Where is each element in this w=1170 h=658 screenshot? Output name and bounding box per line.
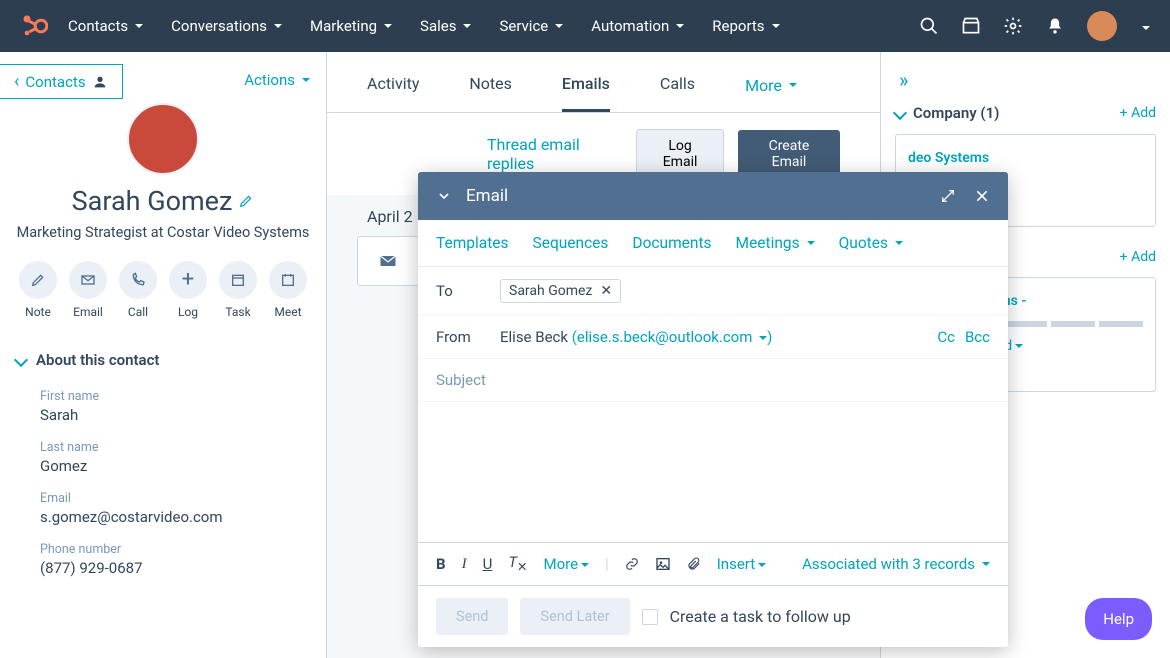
field-lastname[interactable]: Last nameGomez [0,434,326,485]
contact-avatar[interactable] [127,103,199,175]
format-toolbar: B I U T✕ More | Insert Associated with 3… [418,542,1008,585]
quick-actions: Note Email Call +Log Task Meet [0,261,326,337]
image-icon[interactable] [655,556,671,572]
composer-title: Email [466,186,508,206]
qa-call[interactable]: Call [119,261,157,319]
italic-button[interactable]: I [462,556,467,573]
field-phone[interactable]: Phone number(877) 929-0687 [0,536,326,587]
envelope-icon [378,251,398,271]
composer-header[interactable]: Email [418,172,1008,220]
left-panel: ‹Contacts Actions Sarah Gomez Marketing … [0,52,327,658]
activity-tabs: Activity Notes Emails Calls More [327,52,880,113]
underline-button[interactable]: U [483,555,493,573]
qa-log[interactable]: +Log [169,261,207,319]
remove-chip-icon[interactable]: ✕ [600,283,612,299]
about-section-header[interactable]: About this contact [0,337,326,383]
field-email[interactable]: Emails.gomez@costarvideo.com [0,485,326,536]
recipient-chip[interactable]: Sarah Gomez✕ [500,279,621,303]
collapse-right-icon[interactable]: » [895,64,1156,96]
qa-meet[interactable]: Meet [269,261,307,319]
create-email-button[interactable]: Create Email [738,130,840,178]
nav-service[interactable]: Service [499,17,563,35]
attachment-icon[interactable] [687,556,701,572]
tab-calls[interactable]: Calls [660,74,695,112]
email-composer: Email Templates Sequences Documents Meet… [418,172,1008,647]
close-icon[interactable] [974,188,990,204]
contact-name: Sarah Gomez [72,185,255,217]
user-menu-caret[interactable] [1139,17,1150,36]
bell-icon[interactable] [1045,16,1065,36]
marketplace-icon[interactable] [961,16,981,36]
templates-link[interactable]: Templates [436,234,509,252]
followup-label: Create a task to follow up [670,607,851,626]
back-to-contacts[interactable]: ‹Contacts [0,64,123,99]
edit-icon[interactable] [238,193,254,209]
hubspot-logo[interactable] [20,12,48,40]
qa-note[interactable]: Note [19,261,57,319]
tab-notes[interactable]: Notes [469,74,512,112]
bold-button[interactable]: B [436,555,446,573]
nav-automation[interactable]: Automation [591,17,684,35]
user-avatar[interactable] [1087,11,1117,41]
email-body[interactable] [418,402,1008,542]
documents-link[interactable]: Documents [632,234,711,252]
gear-icon[interactable] [1003,16,1023,36]
followup-checkbox[interactable] [642,609,658,625]
nav-reports[interactable]: Reports [712,17,779,35]
send-later-button[interactable]: Send Later [520,598,629,635]
add-deal-link[interactable]: + Add [1120,249,1156,265]
expand-icon[interactable] [940,188,956,204]
qa-task[interactable]: Task [219,261,257,319]
link-icon[interactable] [625,556,639,572]
nav-marketing[interactable]: Marketing [310,17,392,35]
subject-row[interactable]: Subject [418,359,1008,402]
nav-sales[interactable]: Sales [420,17,471,35]
send-button[interactable]: Send [436,598,508,635]
from-row[interactable]: From Elise Beck (elise.s.beck@outlook.co… [418,316,1008,359]
composer-toolbar: Templates Sequences Documents Meetings Q… [418,220,1008,267]
person-icon [92,74,108,90]
clear-format-button[interactable]: T✕ [508,553,527,575]
quotes-dropdown[interactable]: Quotes [839,234,903,252]
to-row[interactable]: To Sarah Gomez✕ [418,267,1008,316]
field-firstname[interactable]: First nameSarah [0,383,326,434]
more-format-dropdown[interactable]: More [543,555,589,573]
add-company-link[interactable]: + Add [1120,105,1156,121]
meetings-dropdown[interactable]: Meetings [736,234,815,252]
tab-more[interactable]: More [745,74,797,112]
actions-dropdown[interactable]: Actions [244,71,310,89]
bcc-link[interactable]: Bcc [965,328,990,346]
cc-link[interactable]: Cc [937,328,955,346]
insert-dropdown[interactable]: Insert [717,555,766,573]
nav-conversations[interactable]: Conversations [171,17,282,35]
company-section[interactable]: Company (1) [895,104,999,122]
chevron-down-icon[interactable] [436,188,452,204]
associated-records[interactable]: Associated with 3 records [802,555,990,573]
top-nav: Contacts Conversations Marketing Sales S… [0,0,1170,52]
sequences-link[interactable]: Sequences [533,234,609,252]
contact-title: Marketing Strategist at Costar Video Sys… [16,223,310,243]
qa-email[interactable]: Email [69,261,107,319]
tab-activity[interactable]: Activity [367,74,419,112]
search-icon[interactable] [919,16,939,36]
nav-contacts[interactable]: Contacts [68,17,143,35]
help-button[interactable]: Help [1085,598,1152,640]
thread-replies-link[interactable]: Thread email replies [487,135,622,173]
tab-emails[interactable]: Emails [562,74,610,112]
